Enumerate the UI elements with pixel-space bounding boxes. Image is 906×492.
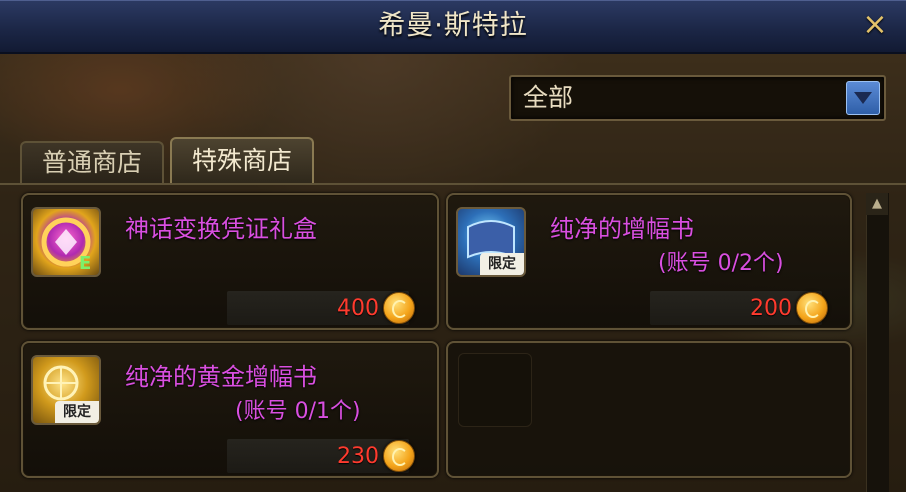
limited-badge: 限定 (480, 253, 524, 275)
chevron-down-icon[interactable] (846, 81, 880, 115)
item-price: 230 (337, 444, 379, 469)
coin-icon (796, 292, 828, 324)
category-dropdown[interactable]: 全部 (509, 75, 886, 121)
empty-icon-slot (458, 353, 532, 427)
window-title: 希曼·斯特拉 (378, 10, 528, 41)
account-limit: (账号 0/2个) (658, 251, 784, 276)
scroll-up-icon[interactable]: ▲ (866, 193, 888, 215)
account-limit: (账号 0/1个) (235, 399, 361, 424)
scrollbar[interactable] (866, 193, 889, 492)
pure-golden-amplify-book-icon: 限定 (31, 355, 101, 425)
price-bar: 400 (227, 291, 415, 325)
item-name: 纯净的增幅书 (550, 215, 694, 243)
tab-special-shop[interactable]: 特殊商店 (170, 137, 314, 183)
tab-normal-shop[interactable]: 普通商店 (20, 141, 164, 183)
item-name: 神话变换凭证礼盒 (125, 215, 317, 243)
item-price: 200 (750, 296, 792, 321)
close-icon[interactable]: × (858, 8, 892, 42)
coin-icon (383, 440, 415, 472)
title-bar: 希曼·斯特拉 × (0, 0, 906, 54)
item-name: 纯净的黄金增幅书 (125, 363, 317, 391)
price-bar: 230 (227, 439, 415, 473)
category-dropdown-value: 全部 (523, 83, 574, 112)
shop-item-card[interactable]: 限定 纯净的增幅书 (账号 0/2个) 200 (446, 193, 852, 330)
coin-icon (383, 292, 415, 324)
limited-badge: 限定 (55, 401, 99, 423)
shop-item-card[interactable]: 限定 纯净的黄金增幅书 (账号 0/1个) 230 (21, 341, 439, 478)
mythic-transform-box-icon: E (31, 207, 101, 277)
price-bar: 200 (650, 291, 828, 325)
item-price: 400 (337, 296, 379, 321)
pure-amplify-book-icon: 限定 (456, 207, 526, 277)
empty-item-card (446, 341, 852, 478)
tab-divider (0, 183, 906, 185)
svg-text:E: E (79, 253, 91, 274)
shop-item-card[interactable]: E 神话变换凭证礼盒 400 (21, 193, 439, 330)
